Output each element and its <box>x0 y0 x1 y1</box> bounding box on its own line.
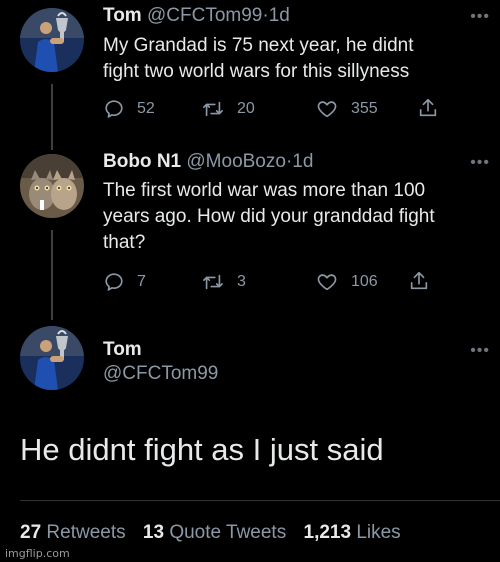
quote-tweets-count: 13 <box>142 522 165 543</box>
user-handle[interactable]: @CFCTom99 <box>103 363 218 384</box>
likes-stat[interactable]: 1,213 Likes <box>304 522 413 543</box>
reply-count: 7 <box>137 273 146 290</box>
like-count: 355 <box>351 100 378 117</box>
display-name[interactable]: Tom <box>103 5 142 26</box>
more-icon[interactable]: ••• <box>470 343 490 359</box>
avatar[interactable] <box>20 326 84 390</box>
tweet-text: The first world war was more than 100 ye… <box>103 178 498 256</box>
tweet-stats: 27 Retweets 13 Quote Tweets 1,213 Likes <box>20 521 413 545</box>
main-tweet-name: Tom <box>103 338 142 362</box>
user-handle[interactable]: @MooBozo <box>186 151 286 172</box>
share-icon <box>410 271 428 290</box>
quote-tweets-label: Quote Tweets <box>169 522 287 543</box>
like-button[interactable]: 106 <box>315 270 378 294</box>
chelsea-trophy-avatar-icon <box>20 8 84 72</box>
retweet-icon <box>203 101 223 117</box>
share-button[interactable] <box>417 97 451 119</box>
reply-icon <box>105 100 123 118</box>
tweet-actions: 52 20 355 <box>103 97 463 121</box>
tweet-text-line: that? <box>103 232 146 253</box>
tweet-text-line: The first world war was more than 100 <box>103 180 426 201</box>
reply-button[interactable]: 52 <box>103 97 155 121</box>
tweet-header: Tom @CFCTom99·1d <box>103 4 290 28</box>
reply-count: 52 <box>137 100 155 117</box>
two-cats-avatar-icon <box>20 154 84 218</box>
retweets-stat[interactable]: 27 Retweets <box>20 522 138 543</box>
tweet-actions: 7 3 106 <box>103 270 463 294</box>
likes-count: 1,213 <box>303 522 352 543</box>
retweets-label: Retweets <box>46 522 126 543</box>
divider <box>20 500 500 501</box>
retweet-count: 3 <box>237 273 246 290</box>
retweet-button[interactable]: 3 <box>201 270 246 294</box>
tweet-text-line: years ago. How did your granddad fight <box>103 206 435 227</box>
retweets-count: 27 <box>20 522 42 543</box>
tweet-2[interactable]: Bobo N1 @MooBozo·1d ••• The first world … <box>0 146 500 306</box>
like-count: 106 <box>351 273 378 290</box>
like-button[interactable]: 355 <box>315 97 378 121</box>
avatar[interactable] <box>20 8 84 72</box>
tweet-text: My Grandad is 75 next year, he didnt fig… <box>103 33 498 85</box>
timestamp[interactable]: 1d <box>292 151 313 172</box>
reply-icon <box>105 273 123 291</box>
display-name[interactable]: Bobo N1 <box>103 151 181 172</box>
retweet-icon <box>203 274 223 290</box>
more-icon[interactable]: ••• <box>470 9 490 25</box>
likes-label: Likes <box>356 522 401 543</box>
heart-icon <box>317 101 337 118</box>
share-button[interactable] <box>408 270 442 292</box>
user-handle[interactable]: @CFCTom99 <box>147 5 262 26</box>
heart-icon <box>317 274 337 291</box>
display-name[interactable]: Tom <box>103 339 142 360</box>
avatar[interactable] <box>20 154 84 218</box>
main-tweet-text: He didnt fight as I just said <box>20 432 384 467</box>
retweet-count: 20 <box>237 100 255 117</box>
chelsea-trophy-avatar-icon <box>20 326 84 390</box>
main-tweet-handle: @CFCTom99 <box>103 362 218 386</box>
tweet-header: Bobo N1 @MooBozo·1d <box>103 150 313 174</box>
share-icon <box>419 98 437 117</box>
tweet-1[interactable]: Tom @CFCTom99·1d ••• My Grandad is 75 ne… <box>0 0 500 140</box>
retweet-button[interactable]: 20 <box>201 97 255 121</box>
quote-tweets-stat[interactable]: 13 Quote Tweets <box>143 522 298 543</box>
tweet-text-line: fight two world wars for this sillyness <box>103 61 410 82</box>
watermark: imgflip.com <box>5 547 70 560</box>
timestamp[interactable]: 1d <box>269 5 290 26</box>
more-icon[interactable]: ••• <box>470 155 490 171</box>
tweet-text-line: My Grandad is 75 next year, he didnt <box>103 35 414 56</box>
reply-button[interactable]: 7 <box>103 270 146 294</box>
